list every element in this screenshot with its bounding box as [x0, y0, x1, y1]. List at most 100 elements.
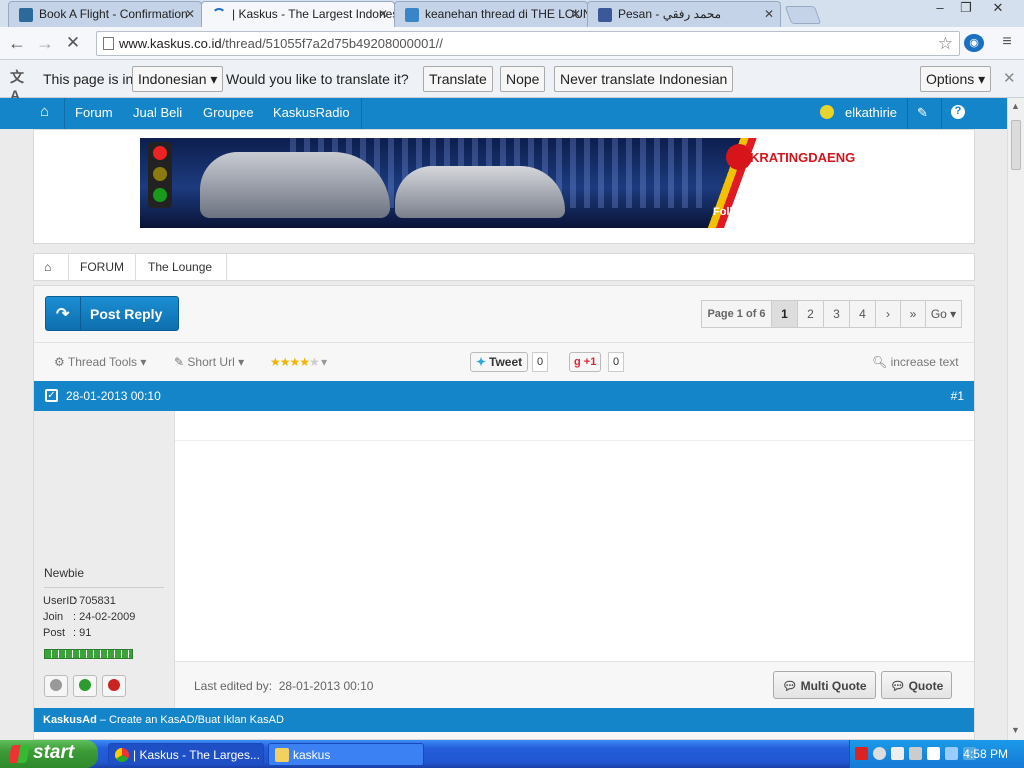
nope-button[interactable]: Nope	[500, 66, 546, 92]
nav-forum[interactable]: Forum	[75, 98, 113, 129]
breadcrumb-home-icon[interactable]: ⌂	[44, 260, 51, 274]
tray-antivirus-icon[interactable]	[855, 747, 868, 760]
rating-stars[interactable]: ★★★★★ ▾	[270, 355, 327, 369]
breadcrumb-forum[interactable]: FORUM	[80, 260, 124, 274]
scrollbar-thumb[interactable]	[1011, 120, 1021, 170]
edit-pencil-icon[interactable]: ✎	[917, 98, 928, 129]
url-host: www.kaskus.co.id	[119, 36, 222, 51]
bookmark-star-icon[interactable]: ☆	[938, 34, 953, 54]
language-select[interactable]: Indonesian ▾	[132, 66, 224, 92]
start-label: start	[33, 742, 75, 763]
taskbar-clock: 4:58 PM	[963, 747, 1008, 761]
tray-media-icon[interactable]	[891, 747, 904, 760]
new-tab-button[interactable]	[784, 6, 822, 24]
tab-title: | Kaskus - The Largest Indonesian	[232, 7, 394, 21]
scroll-up-icon[interactable]: ▲	[1011, 101, 1020, 111]
add-reputation-icon[interactable]	[73, 675, 97, 697]
suv-car-image	[200, 152, 390, 218]
menu-wrench-icon[interactable]: ≡	[996, 33, 1018, 51]
tray-clock-icon[interactable]	[873, 747, 886, 760]
nav-divider	[361, 98, 362, 129]
kaskusad-bar[interactable]: KaskusAd – Create an KasAD/Buat Iklan Ka…	[34, 708, 974, 732]
start-button[interactable]: start	[0, 740, 98, 768]
post-reply-label: Post Reply	[90, 306, 163, 322]
last-page-icon[interactable]: »	[901, 301, 926, 327]
quote-button[interactable]: 💬︎ Quote	[881, 671, 953, 699]
breadcrumb-the-lounge[interactable]: The Lounge	[148, 260, 212, 274]
close-tab-icon[interactable]: ✕	[764, 7, 774, 21]
tab-facebook-pesan[interactable]: Pesan - محمد رفقي ✕	[587, 1, 781, 27]
windows-logo-icon	[8, 745, 30, 763]
page-1-link[interactable]: 1	[772, 301, 798, 327]
address-bar[interactable]: www.kaskus.co.id/thread/51055f7a2d75b492…	[96, 31, 960, 56]
page-4-link[interactable]: 4	[850, 301, 876, 327]
post-footer: Last edited by: 28-01-2013 00:10 💬︎ Mult…	[175, 661, 974, 708]
kratingdaeng-ad-banner[interactable]: KRATINGDAENG Follow us @MyKratingdaeng	[140, 138, 868, 228]
close-tab-icon[interactable]: ✕	[185, 7, 195, 21]
nav-kaskusradio[interactable]: KaskusRadio	[273, 98, 350, 129]
nav-jual-beli[interactable]: Jual Beli	[133, 98, 182, 129]
post-number-link[interactable]: #1	[951, 389, 964, 403]
close-tab-icon[interactable]: ✕	[571, 7, 581, 21]
stop-loading-icon[interactable]: ✕	[62, 33, 84, 53]
home-icon[interactable]: ⌂	[40, 98, 49, 129]
tab-keanehan-thread[interactable]: keanehan thread di THE LOUNGE ✕	[394, 1, 588, 27]
system-tray: 4:58 PM	[849, 740, 1024, 768]
help-icon[interactable]: ?	[951, 105, 965, 119]
url-path: /thread/51055f7a2d75b49208000001//	[221, 36, 443, 51]
user-avatar-icon[interactable]	[820, 98, 834, 129]
close-infobar-icon[interactable]: ✕	[1003, 69, 1016, 87]
restore-window-icon[interactable]: ❐	[953, 0, 979, 18]
translate-button[interactable]: Translate	[423, 66, 493, 92]
twitter-bird-icon: ✦	[476, 355, 487, 369]
nav-divider	[941, 98, 942, 129]
options-button[interactable]: Options ▾	[920, 66, 992, 92]
google-plus-one-button[interactable]: g +1	[569, 352, 602, 372]
select-post-checkbox-icon[interactable]: ✓	[45, 389, 58, 402]
tweet-count: 0	[532, 352, 549, 372]
back-icon[interactable]: ←	[6, 33, 28, 54]
thread-tools-menu[interactable]: ⚙ Thread Tools ▾	[54, 355, 146, 369]
nav-divider	[907, 98, 908, 129]
post-header: ✓ 28-01-2013 00:10 #1	[34, 381, 974, 411]
increase-text-link[interactable]: 🔍︎ increase text	[872, 355, 959, 369]
go-to-page-button[interactable]: Go ▾	[926, 301, 961, 327]
close-window-icon[interactable]: ✕	[983, 0, 1013, 18]
never-translate-button[interactable]: Never translate Indonesian	[554, 66, 734, 92]
page-3-link[interactable]: 3	[824, 301, 850, 327]
post-body: Last edited by: 28-01-2013 00:10 💬︎ Mult…	[175, 411, 974, 708]
post-reply-button[interactable]: ↷ Post Reply	[45, 296, 179, 331]
tray-network-icon[interactable]	[945, 747, 958, 760]
tweet-label: Tweet	[489, 355, 523, 369]
nav-groupee[interactable]: Groupee	[203, 98, 254, 129]
vertical-scrollbar[interactable]: ▲ ▼	[1007, 98, 1024, 740]
page-2-link[interactable]: 2	[798, 301, 824, 327]
scroll-down-icon[interactable]: ▼	[1011, 725, 1020, 735]
tweet-button[interactable]: ✦ Tweet	[470, 352, 529, 372]
next-page-icon[interactable]: ›	[876, 301, 901, 327]
button-divider	[80, 297, 81, 330]
username-link[interactable]: elkathirie	[845, 98, 897, 129]
close-tab-icon[interactable]: ✕	[378, 7, 388, 21]
multi-quote-button[interactable]: 💬︎ Multi Quote	[773, 671, 876, 699]
user-rank: Newbie	[44, 566, 85, 580]
taskbar-chrome-window[interactable]: | Kaskus - The Larges...	[108, 743, 264, 766]
tab-kaskus[interactable]: | Kaskus - The Largest Indonesian ✕	[201, 1, 395, 27]
minimize-window-icon[interactable]: –	[927, 0, 953, 18]
taskbar-kaskus-folder[interactable]: kaskus	[268, 743, 424, 766]
extension-icon[interactable]: ◉	[964, 34, 984, 52]
report-post-icon[interactable]	[102, 675, 126, 697]
tray-tools-icon[interactable]	[909, 747, 922, 760]
user-minus-icon[interactable]	[44, 675, 68, 697]
loading-spinner-icon	[212, 8, 226, 22]
reputation-bar	[44, 649, 133, 659]
short-url-menu[interactable]: ✎ Short Url ▾	[174, 355, 244, 369]
tab-book-a-flight[interactable]: Book A Flight - Confirmation ✕	[8, 1, 202, 27]
windows-taskbar: start | Kaskus - The Larges... kaskus 4:…	[0, 740, 1024, 768]
tray-document-icon[interactable]	[927, 747, 940, 760]
kaskusad-text: – Create an KasAD/Buat Iklan KasAD	[96, 714, 284, 726]
banner-follow-text: Follow us @MyKratingdaeng	[713, 206, 864, 218]
breadcrumb-separator	[135, 254, 136, 280]
translate-icon: 文A	[10, 69, 24, 103]
forward-icon[interactable]: →	[34, 33, 56, 54]
